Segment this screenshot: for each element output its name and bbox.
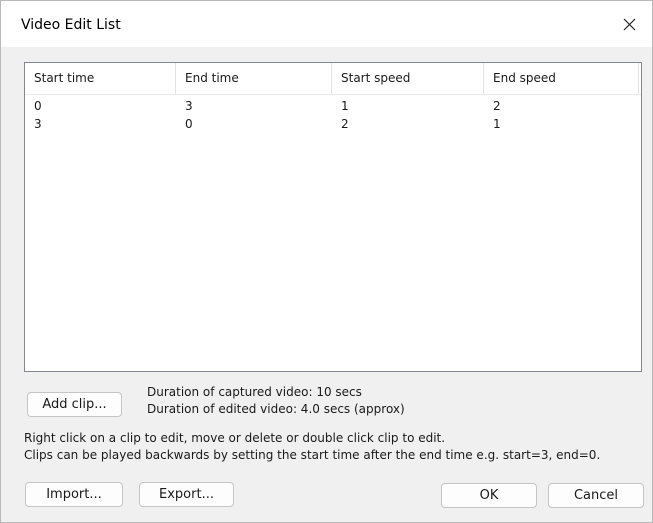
column-header-start-speed[interactable]: Start speed xyxy=(332,63,484,94)
cell-end-speed: 2 xyxy=(493,99,501,113)
cell-end-speed: 1 xyxy=(493,117,501,131)
close-button[interactable] xyxy=(606,1,652,47)
cell-end-time: 3 xyxy=(185,99,193,113)
ok-button[interactable]: OK xyxy=(441,483,537,508)
column-header-end-time[interactable]: End time xyxy=(176,63,332,94)
clip-list[interactable]: Start time End time Start speed End spee… xyxy=(24,62,642,372)
add-clip-button[interactable]: Add clip... xyxy=(27,392,122,417)
close-icon xyxy=(623,18,636,31)
export-button[interactable]: Export... xyxy=(139,482,234,507)
cell-end-time: 0 xyxy=(185,117,193,131)
column-header-start-time[interactable]: Start time xyxy=(25,63,176,94)
cancel-button[interactable]: Cancel xyxy=(548,483,644,508)
cell-start-time: 3 xyxy=(34,117,42,131)
captured-duration-text: Duration of captured video: 10 secs xyxy=(147,385,362,399)
help-text-edit: Right click on a clip to edit, move or d… xyxy=(24,431,446,445)
title-bar[interactable]: Video Edit List xyxy=(1,1,652,47)
cell-start-speed: 1 xyxy=(341,99,349,113)
clip-list-header: Start time End time Start speed End spee… xyxy=(25,63,641,95)
cell-start-speed: 2 xyxy=(341,117,349,131)
help-text-backwards: Clips can be played backwards by setting… xyxy=(24,448,601,462)
table-row[interactable]: 0 3 1 2 xyxy=(25,97,641,115)
import-button[interactable]: Import... xyxy=(25,482,123,507)
cell-start-time: 0 xyxy=(34,99,42,113)
column-header-end-speed[interactable]: End speed xyxy=(484,63,639,94)
window-title: Video Edit List xyxy=(21,17,121,33)
edited-duration-text: Duration of edited video: 4.0 secs (appr… xyxy=(147,402,405,416)
table-row[interactable]: 3 0 2 1 xyxy=(25,115,641,133)
video-edit-list-dialog: Video Edit List Start time End time Star… xyxy=(0,0,653,523)
